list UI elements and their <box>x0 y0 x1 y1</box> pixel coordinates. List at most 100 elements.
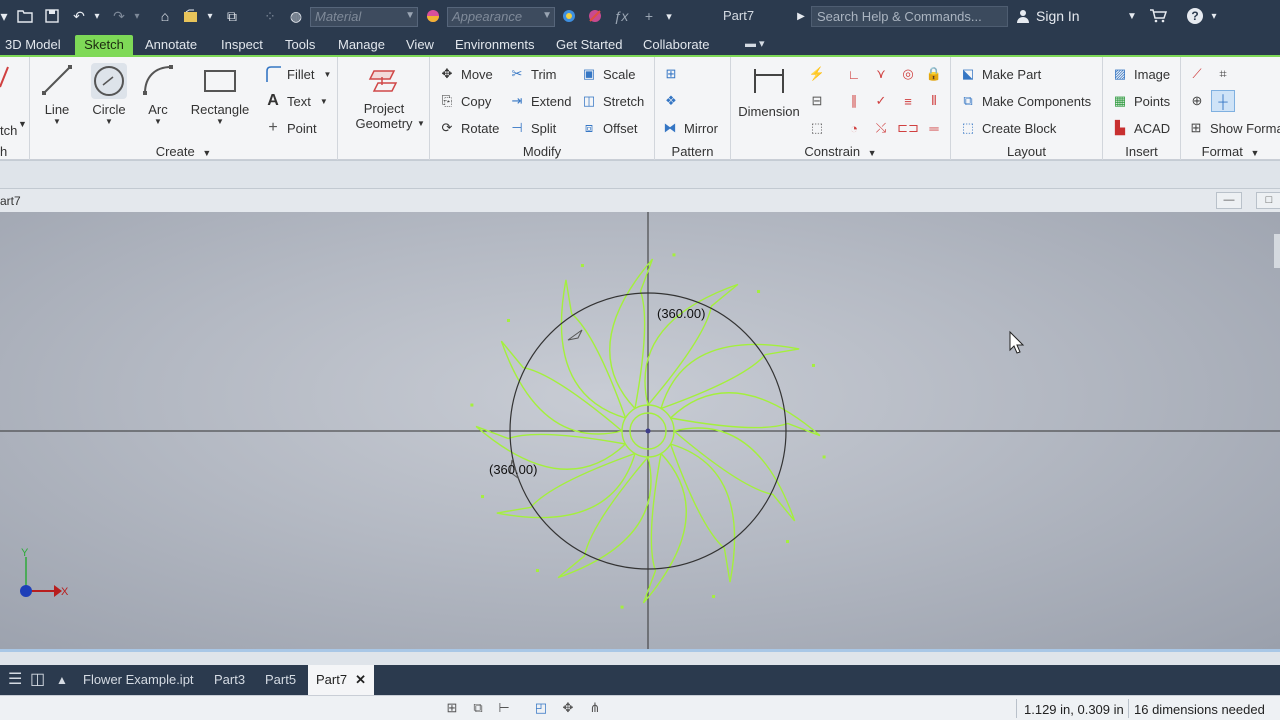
make-part-button[interactable]: ⬕ Make Part <box>959 65 1041 83</box>
move-button[interactable]: ✥ Move <box>438 65 493 83</box>
petal-curve[interactable] <box>609 258 654 409</box>
sketch-drawing[interactable]: (360.00) (360.00) Y X <box>0 212 1280 649</box>
point-button[interactable]: + Point <box>264 119 316 137</box>
rectangular-pattern-icon[interactable]: ⊞ <box>661 65 681 83</box>
format-dropdown-icon[interactable]: ▼ <box>1250 148 1259 158</box>
customize-icon[interactable]: ▾ <box>662 6 676 26</box>
driven-dimension-icon[interactable]: ┼ <box>1211 90 1235 112</box>
constrain-panel-title[interactable]: Constrain ▼ <box>731 144 950 159</box>
extend-button[interactable]: ⇥ Extend <box>508 92 572 110</box>
ribbon-display-icon[interactable]: ▬ ▾ <box>745 37 771 51</box>
split-button[interactable]: ⊣ Split <box>508 119 556 137</box>
open-icon[interactable] <box>14 6 36 26</box>
undo-dropdown-icon[interactable]: ▾ <box>92 6 102 26</box>
arc-button[interactable]: Arc ▼ <box>138 63 178 126</box>
acad-button[interactable]: ▙ ACAD <box>1111 119 1170 137</box>
redo-dropdown-icon[interactable]: ▾ <box>132 6 142 26</box>
appearance-icon[interactable] <box>424 6 442 26</box>
doc-tab-part7[interactable]: Part7 ✕ <box>308 665 374 695</box>
petal-curve[interactable] <box>673 427 796 522</box>
show-format-button[interactable]: ⊞ Show Format <box>1187 119 1280 137</box>
close-icon[interactable]: ✕ <box>355 672 366 687</box>
fillet-button[interactable]: Fillet ▼ <box>264 65 331 83</box>
tab-environments[interactable]: Environments <box>450 35 539 55</box>
petal-curve[interactable] <box>642 453 687 604</box>
tab-3d-model[interactable]: 3D Model <box>0 35 66 55</box>
symmetric-icon[interactable]: ⊏⊐ <box>897 119 919 137</box>
points-button[interactable]: ▦ Points <box>1111 92 1170 110</box>
centerline-icon[interactable]: ⌗ <box>1213 65 1233 83</box>
relax-mode-icon[interactable]: ⬚ <box>807 119 827 137</box>
scrollbar-thumb[interactable] <box>1274 234 1280 268</box>
search-input[interactable]: Search Help & Commands... <box>811 6 1008 27</box>
petal-curve[interactable] <box>660 343 800 410</box>
tab-get-started[interactable]: Get Started <box>551 35 627 55</box>
horizontal-icon[interactable]: ≡ <box>898 92 918 110</box>
status-dimension-icon[interactable]: ⊢ <box>494 699 514 717</box>
concentric-icon[interactable]: ◎ <box>898 65 918 83</box>
minimize-button[interactable]: — <box>1216 192 1242 209</box>
cart-icon[interactable] <box>1148 6 1168 26</box>
adjust-icon[interactable] <box>560 6 578 26</box>
doc-tab-part3[interactable]: Part3 <box>206 665 253 695</box>
home-icon[interactable]: ⌂ <box>155 6 175 26</box>
petal-curve[interactable] <box>557 456 652 579</box>
help-icon[interactable]: ? <box>1184 6 1206 26</box>
collapse-up-icon[interactable]: ▲ <box>48 665 76 695</box>
text-dropdown-icon[interactable]: ▼ <box>320 97 328 106</box>
restore-button[interactable]: □ <box>1256 192 1280 209</box>
rotate-button[interactable]: ⟳ Rotate <box>438 119 500 137</box>
mirror-button[interactable]: ⧓ Mirror <box>661 119 718 137</box>
text-button[interactable]: A Text ▼ <box>264 92 328 110</box>
save-icon[interactable] <box>42 6 62 26</box>
tab-tools[interactable]: Tools <box>280 35 320 55</box>
clear-appearance-icon[interactable] <box>586 6 604 26</box>
status-snap-icon[interactable]: ⧉ <box>468 699 488 717</box>
appearance-combo[interactable]: Appearance ▼ <box>447 7 555 27</box>
project-icon[interactable] <box>180 6 202 26</box>
material-combo[interactable]: Material ▼ <box>310 7 418 27</box>
chevron-right-icon[interactable]: ▶ <box>795 6 807 26</box>
fix-icon[interactable]: 🔒 <box>924 65 944 83</box>
status-grid-icon[interactable]: ⊞ <box>442 699 462 717</box>
status-constraint-icon[interactable]: ⋔ <box>585 699 605 717</box>
project-geometry-button[interactable]: Project Geometry <box>352 65 416 131</box>
petal-curve[interactable] <box>500 340 623 435</box>
smooth-icon[interactable]: ⤯ <box>871 119 891 137</box>
constrain-dropdown-icon[interactable]: ▼ <box>868 148 877 158</box>
format-panel-title[interactable]: Format ▼ <box>1181 144 1280 159</box>
arc-dropdown-icon[interactable]: ▼ <box>154 117 162 126</box>
perpendicular-icon[interactable]: ✓ <box>871 92 891 110</box>
circular-pattern-icon[interactable]: ❖ <box>661 92 681 110</box>
redo-icon[interactable]: ↷ <box>108 6 130 26</box>
create-dropdown-icon[interactable]: ▼ <box>202 148 211 158</box>
collinear-icon[interactable]: ⋎ <box>871 65 891 83</box>
sign-in-dropdown-icon[interactable]: ▼ <box>1126 6 1138 26</box>
equal-icon[interactable]: ═ <box>924 119 944 137</box>
material-dropdown-icon[interactable]: ▼ <box>405 10 415 21</box>
center-point-icon[interactable]: ⊕ <box>1187 92 1207 110</box>
petal-curve[interactable] <box>560 279 627 419</box>
create-block-button[interactable]: ⬚ Create Block <box>959 119 1057 137</box>
globe-icon[interactable]: ◍ <box>286 6 306 26</box>
help-dropdown-icon[interactable]: ▾ <box>1208 6 1220 26</box>
dimension-label-left[interactable]: (360.00) <box>489 462 537 477</box>
trim-button[interactable]: ✂ Trim <box>508 65 557 83</box>
fillet-dropdown-icon[interactable]: ▼ <box>323 70 331 79</box>
show-constraints-icon[interactable]: ⊟ <box>807 92 827 110</box>
vertical-icon[interactable]: ⫴ <box>924 92 944 110</box>
doc-tab-flower-example[interactable]: Flower Example.ipt <box>75 665 202 695</box>
select-icon[interactable]: ⁘ <box>260 6 280 26</box>
dimension-label-top[interactable]: (360.00) <box>657 306 705 321</box>
tab-sketch[interactable]: Sketch <box>75 35 133 55</box>
petal-curve[interactable] <box>669 443 736 583</box>
petal-curve[interactable] <box>670 392 821 437</box>
coincident-icon[interactable]: ∟ <box>844 65 864 83</box>
sign-in-button[interactable]: Sign In <box>1016 8 1080 24</box>
dimension-button[interactable]: Dimension <box>735 65 803 119</box>
scale-button[interactable]: ▣ Scale <box>580 65 636 83</box>
parallel-icon[interactable]: ∥ <box>844 92 864 110</box>
circle-dropdown-icon[interactable]: ▼ <box>105 117 113 126</box>
create-panel-title[interactable]: Create ▼ <box>30 144 337 159</box>
appearance-dropdown-icon[interactable]: ▼ <box>542 10 552 21</box>
